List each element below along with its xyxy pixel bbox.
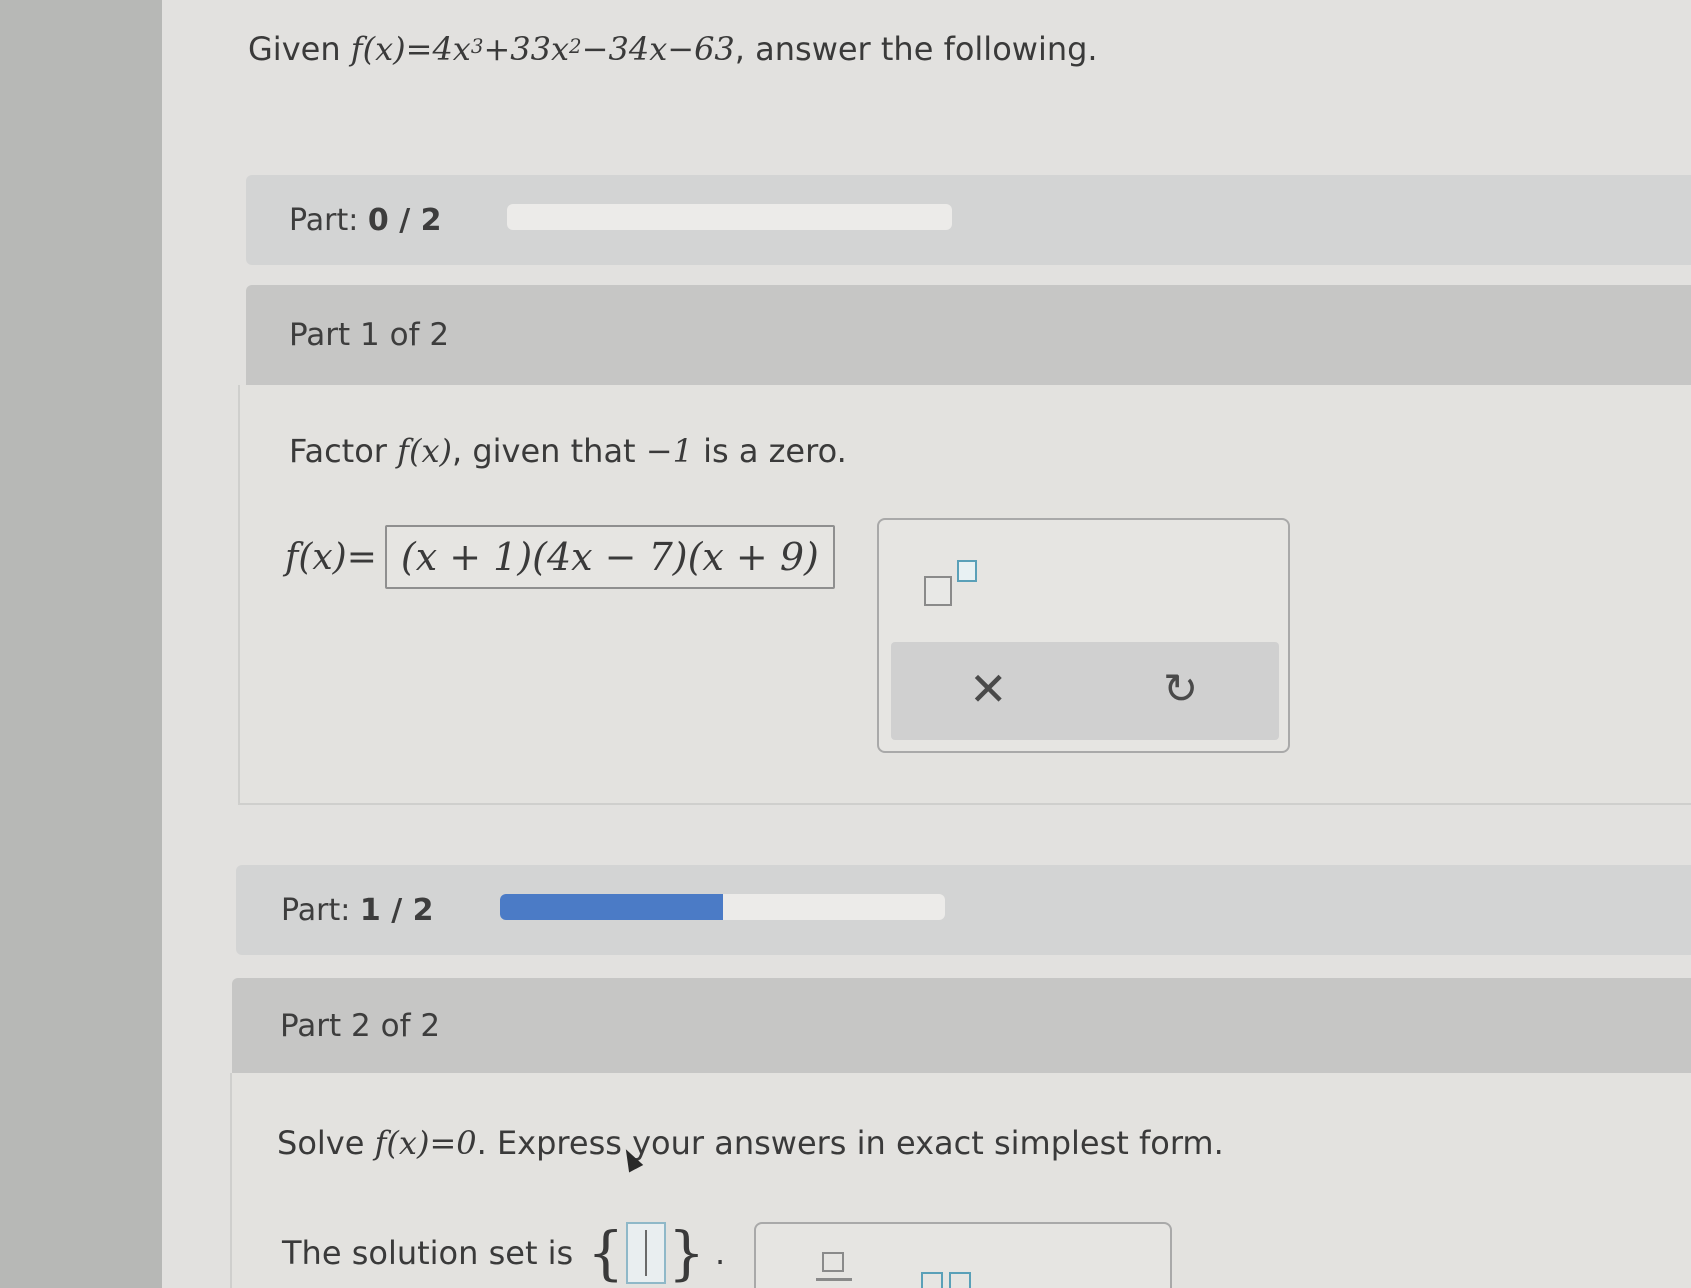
question-term2-exp: 2 (569, 35, 582, 59)
text-cursor-icon (645, 1230, 648, 1276)
question-prefix: Given (248, 30, 351, 68)
progress-fill-2 (500, 894, 723, 920)
solution-period: . (715, 1234, 726, 1272)
solution-set-input[interactable] (626, 1222, 667, 1284)
part1-prompt-fx: f(x) (397, 432, 452, 470)
solution-line: The solution set is { } . (282, 1222, 725, 1284)
part1-answer-line: f(x)= (x + 1)(4x − 7)(x + 9) (285, 525, 835, 589)
mixed-number-template-button[interactable] (921, 1272, 977, 1288)
part-progress-label: Part: 0 / 2 (289, 202, 442, 238)
exponent-base-icon (924, 576, 952, 606)
question-fx: f(x) (350, 30, 406, 68)
question-term1: 4x (432, 30, 471, 68)
fraction-template-button[interactable] (816, 1252, 852, 1288)
part-progress-bar-2: Part: 1 / 2 (236, 865, 1691, 955)
factor-answer-input[interactable]: (x + 1)(4x − 7)(x + 9) (384, 525, 835, 589)
progress-track (507, 204, 952, 230)
progress-track-2 (500, 894, 945, 920)
clear-button[interactable]: ✕ (969, 662, 1008, 716)
exponent-template-button[interactable] (924, 560, 994, 610)
part1-header: Part 1 of 2 (246, 285, 1691, 385)
open-brace: { (587, 1219, 625, 1287)
question-text: Given f(x)=4x3+33x2−34x−63, answer the f… (248, 30, 1098, 68)
mixed-box-a-icon (921, 1272, 943, 1288)
question-term1-exp: 3 (470, 35, 484, 59)
part-progress-bar: Part: 0 / 2 (246, 175, 1691, 265)
toolbox-actions: ✕ ↻ (891, 642, 1279, 740)
part2-header-label: Part 2 of 2 (280, 1007, 441, 1044)
fraction-numerator-icon (822, 1252, 844, 1272)
part2-prompt: Solve f(x)=0. Express your answers in ex… (277, 1124, 1224, 1162)
left-gutter (0, 0, 162, 1288)
part2-prompt-eq: f(x)=0 (374, 1124, 477, 1162)
part-progress-value: 0 / 2 (367, 202, 442, 238)
solution-label: The solution set is (282, 1234, 574, 1272)
undo-button[interactable]: ↻ (1163, 664, 1198, 713)
question-suffix: , answer the following. (734, 30, 1098, 68)
answer-lhs: f(x)= (285, 536, 377, 578)
question-eq: = (405, 30, 433, 68)
part1-prompt: Factor f(x), given that −1 is a zero. (289, 432, 847, 470)
math-toolbox: ✕ ↻ (877, 518, 1290, 753)
exponent-power-icon (957, 560, 977, 582)
part2-header: Part 2 of 2 (232, 978, 1691, 1073)
mixed-box-b-icon (949, 1272, 971, 1288)
part1-prompt-zero: −1 (645, 432, 693, 470)
part-progress-label-2: Part: 1 / 2 (281, 892, 434, 928)
question-term3: −34x−63 (581, 30, 735, 68)
part1-header-label: Part 1 of 2 (289, 317, 450, 353)
factor-answer-value: (x + 1)(4x − 7)(x + 9) (400, 535, 819, 579)
part-progress-value-2: 1 / 2 (359, 892, 434, 928)
close-brace: } (668, 1219, 706, 1287)
math-toolbox-2 (754, 1222, 1172, 1288)
question-term2: +33x (483, 30, 570, 68)
fraction-bar-icon (816, 1278, 852, 1281)
